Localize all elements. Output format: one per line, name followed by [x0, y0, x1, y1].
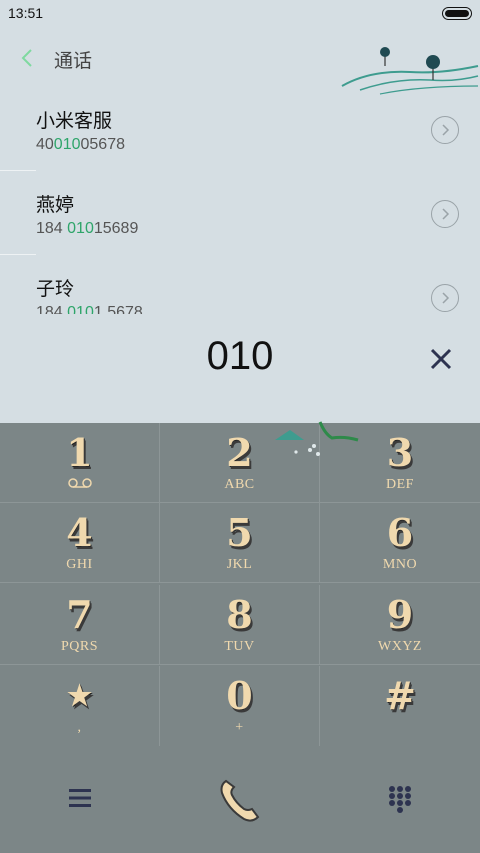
- key-digit: ★: [66, 679, 93, 712]
- contact-number: 4001005678: [36, 136, 125, 153]
- list-item[interactable]: 子玲 184 0101 5678: [0, 256, 480, 314]
- key-letters: MNO: [382, 557, 418, 572]
- voicemail-icon: [67, 478, 92, 488]
- key-6[interactable]: 6 MNO: [320, 503, 480, 583]
- chevron-right-icon[interactable]: [431, 284, 459, 312]
- key-7[interactable]: 7 PQRS: [0, 585, 160, 665]
- phone-icon[interactable]: [214, 775, 266, 827]
- key-digit: 8: [226, 592, 253, 637]
- contact-name: 燕婷: [36, 194, 75, 216]
- key-0[interactable]: 0 +: [160, 666, 320, 746]
- header: 通话: [0, 28, 480, 95]
- key-digit: 1: [66, 430, 93, 475]
- key-letters: JKL: [226, 557, 253, 572]
- key-letters: PQRS: [60, 639, 99, 654]
- list-item[interactable]: 燕婷 184 01015689: [0, 172, 480, 256]
- key-digit: 0: [226, 673, 253, 718]
- key-letters: ABC: [224, 477, 255, 492]
- key-4[interactable]: 4 GHI: [0, 503, 160, 583]
- chevron-left-icon[interactable]: [18, 46, 38, 70]
- list-item[interactable]: 小米客服 4001005678: [0, 88, 480, 172]
- key-9[interactable]: 9 WXYZ: [320, 585, 480, 665]
- bottom-bar: [0, 745, 480, 853]
- key-hash[interactable]: #: [320, 666, 480, 746]
- dialed-number: 010: [206, 334, 274, 378]
- key-8[interactable]: 8 TUV: [160, 585, 320, 665]
- chevron-right-icon[interactable]: [431, 200, 459, 228]
- key-1[interactable]: 1: [0, 423, 160, 503]
- key-letters: WXYZ: [378, 639, 422, 654]
- page-title: 通话: [54, 50, 93, 72]
- close-icon[interactable]: [429, 347, 453, 371]
- contact-name: 小米客服: [36, 110, 113, 132]
- battery-icon: [442, 7, 472, 20]
- key-5[interactable]: 5 JKL: [160, 503, 320, 583]
- contact-name: 子玲: [36, 278, 75, 300]
- key-letters: DEF: [386, 477, 414, 492]
- key-letters: TUV: [224, 639, 255, 654]
- contact-number: 184 01015689: [36, 220, 139, 237]
- chevron-right-icon[interactable]: [431, 116, 459, 144]
- divider: [0, 254, 36, 255]
- key-digit: #: [384, 673, 416, 718]
- key-letters: GHI: [66, 557, 93, 572]
- key-digit: 6: [386, 510, 414, 555]
- key-letters: +: [235, 720, 244, 735]
- key-digit: 9: [386, 592, 414, 637]
- divider: [0, 170, 36, 171]
- key-star[interactable]: ★ ,: [0, 666, 160, 746]
- status-time: 13:51: [8, 5, 44, 21]
- status-bar: 13:51: [0, 0, 480, 28]
- dialpad-icon[interactable]: [388, 785, 412, 813]
- key-digit: 5: [226, 510, 253, 555]
- contact-number: 184 0101 5678: [36, 304, 143, 314]
- key-digit: 4: [66, 510, 93, 555]
- key-digit: 7: [66, 592, 93, 637]
- key-letters: ,: [77, 720, 82, 735]
- contact-list: 小米客服 4001005678 燕婷 184 01015689 子玲 184 0…: [0, 88, 480, 314]
- sprout-decoration: [275, 421, 359, 456]
- menu-icon[interactable]: [68, 787, 92, 809]
